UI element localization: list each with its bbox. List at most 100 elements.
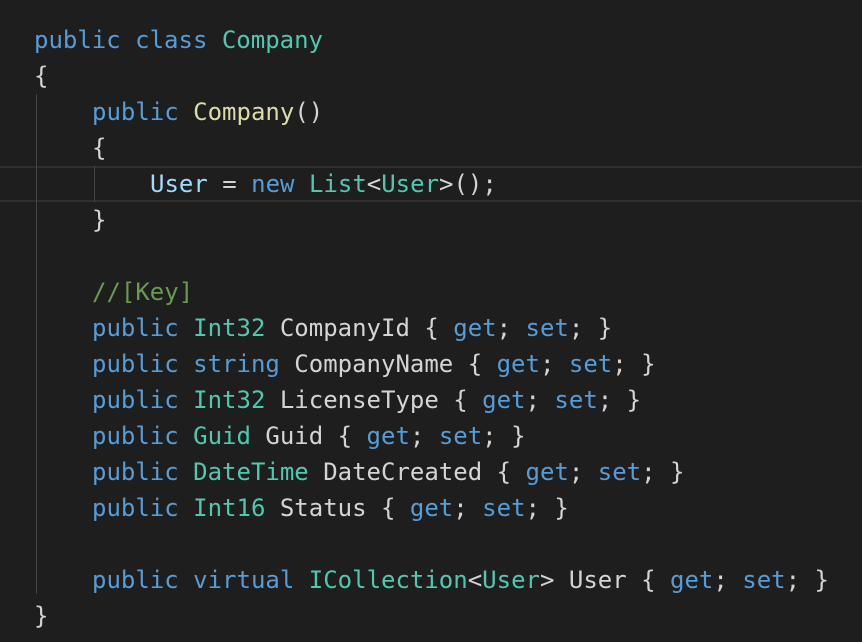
code-line-text: public string CompanyName { get; set; } <box>92 346 656 382</box>
code-token: ; } <box>568 314 613 342</box>
code-line: public Guid Guid { get; set; } <box>0 418 862 454</box>
code-token: ; <box>496 314 526 342</box>
code-line: } <box>0 598 862 634</box>
code-token: ; <box>409 422 439 450</box>
code-token: set <box>482 494 526 522</box>
code-token: public <box>92 494 179 522</box>
code-token: Guid { <box>250 422 367 450</box>
code-token: ; } <box>641 458 685 486</box>
code-token: new <box>251 170 295 198</box>
code-token: = <box>207 170 252 198</box>
code-line: public virtual ICollection<User> User { … <box>0 562 862 598</box>
code-token: Company <box>221 26 324 54</box>
code-token: ; } <box>597 386 642 414</box>
code-line: public class Company <box>0 22 862 58</box>
code-token: Company <box>193 98 295 126</box>
code-token: public <box>92 386 179 414</box>
code-token: get <box>525 458 569 486</box>
code-line: public DateTime DateCreated { get; set; … <box>0 454 862 490</box>
code-token: set <box>597 458 642 486</box>
code-token: set <box>554 386 598 414</box>
code-token: { <box>92 134 107 162</box>
code-token: ; } <box>525 494 569 522</box>
code-token: < <box>366 170 382 198</box>
code-line-text: { <box>34 58 48 94</box>
code-token: () <box>294 98 324 126</box>
code-token: ICollection <box>308 566 468 594</box>
code-line: public Int16 Status { get; set; } <box>0 490 862 526</box>
code-token: List <box>308 170 367 198</box>
code-token: > User { <box>539 566 671 594</box>
code-line-text: public Guid Guid { get; set; } <box>92 418 526 454</box>
code-token: ; <box>525 386 555 414</box>
code-token: Int16 <box>193 494 266 522</box>
code-line-text: } <box>92 202 106 238</box>
code-token: set <box>525 314 569 342</box>
code-token: public <box>92 422 179 450</box>
code-token: //[Key] <box>92 278 194 306</box>
code-token: ; } <box>482 422 526 450</box>
code-token: get <box>482 386 526 414</box>
code-line: public Int32 CompanyId { get; set; } <box>0 310 862 346</box>
code-token: public <box>92 566 179 594</box>
code-token: public <box>92 98 179 126</box>
code-line: public string CompanyName { get; set; } <box>0 346 862 382</box>
code-token: ; <box>539 350 569 378</box>
code-token: get <box>496 350 540 378</box>
code-line-text: public Int32 CompanyId { get; set; } <box>92 310 612 346</box>
code-token: Status { <box>265 494 410 522</box>
code-line-text: public Int32 LicenseType { get; set; } <box>92 382 641 418</box>
code-token: public <box>92 350 179 378</box>
code-line: //[Key] <box>0 274 862 310</box>
code-token: User <box>381 170 440 198</box>
code-token: get <box>409 494 454 522</box>
code-token: CompanyName { <box>279 350 497 378</box>
code-token: User <box>150 170 208 198</box>
code-token: public <box>92 458 179 486</box>
code-token: < <box>467 566 483 594</box>
code-line: } <box>0 202 862 238</box>
code-token: CompanyId { <box>265 314 454 342</box>
code-line-text: public virtual ICollection<User> User { … <box>92 562 829 598</box>
code-token: ; <box>453 494 483 522</box>
code-token: public <box>34 26 121 54</box>
code-token: get <box>366 422 410 450</box>
code-token: public <box>92 314 179 342</box>
code-token: class <box>135 26 208 54</box>
code-token: DateCreated { <box>308 458 526 486</box>
code-token: Int32 <box>193 386 266 414</box>
code-token: ; <box>713 566 743 594</box>
code-line: User = new List<User>(); <box>0 166 862 202</box>
code-editor[interactable]: public class Company{public Company(){Us… <box>0 0 862 642</box>
code-line-text: public Company() <box>92 94 323 130</box>
code-token: Int32 <box>193 314 266 342</box>
code-line-text: { <box>92 130 106 166</box>
code-line-text: public DateTime DateCreated { get; set; … <box>92 454 684 490</box>
code-token: set <box>568 350 613 378</box>
code-line: public Int32 LicenseType { get; set; } <box>0 382 862 418</box>
code-token: ; <box>568 458 598 486</box>
code-token: get <box>670 566 714 594</box>
code-line: { <box>0 58 862 94</box>
code-token: ; } <box>785 566 829 594</box>
code-token: set <box>742 566 786 594</box>
code-token: string <box>193 350 280 378</box>
code-line-text: public Int16 Status { get; set; } <box>92 490 569 526</box>
code-token: } <box>34 602 49 630</box>
code-token: >(); <box>439 170 497 198</box>
code-line: { <box>0 130 862 166</box>
code-token: User <box>482 566 540 594</box>
